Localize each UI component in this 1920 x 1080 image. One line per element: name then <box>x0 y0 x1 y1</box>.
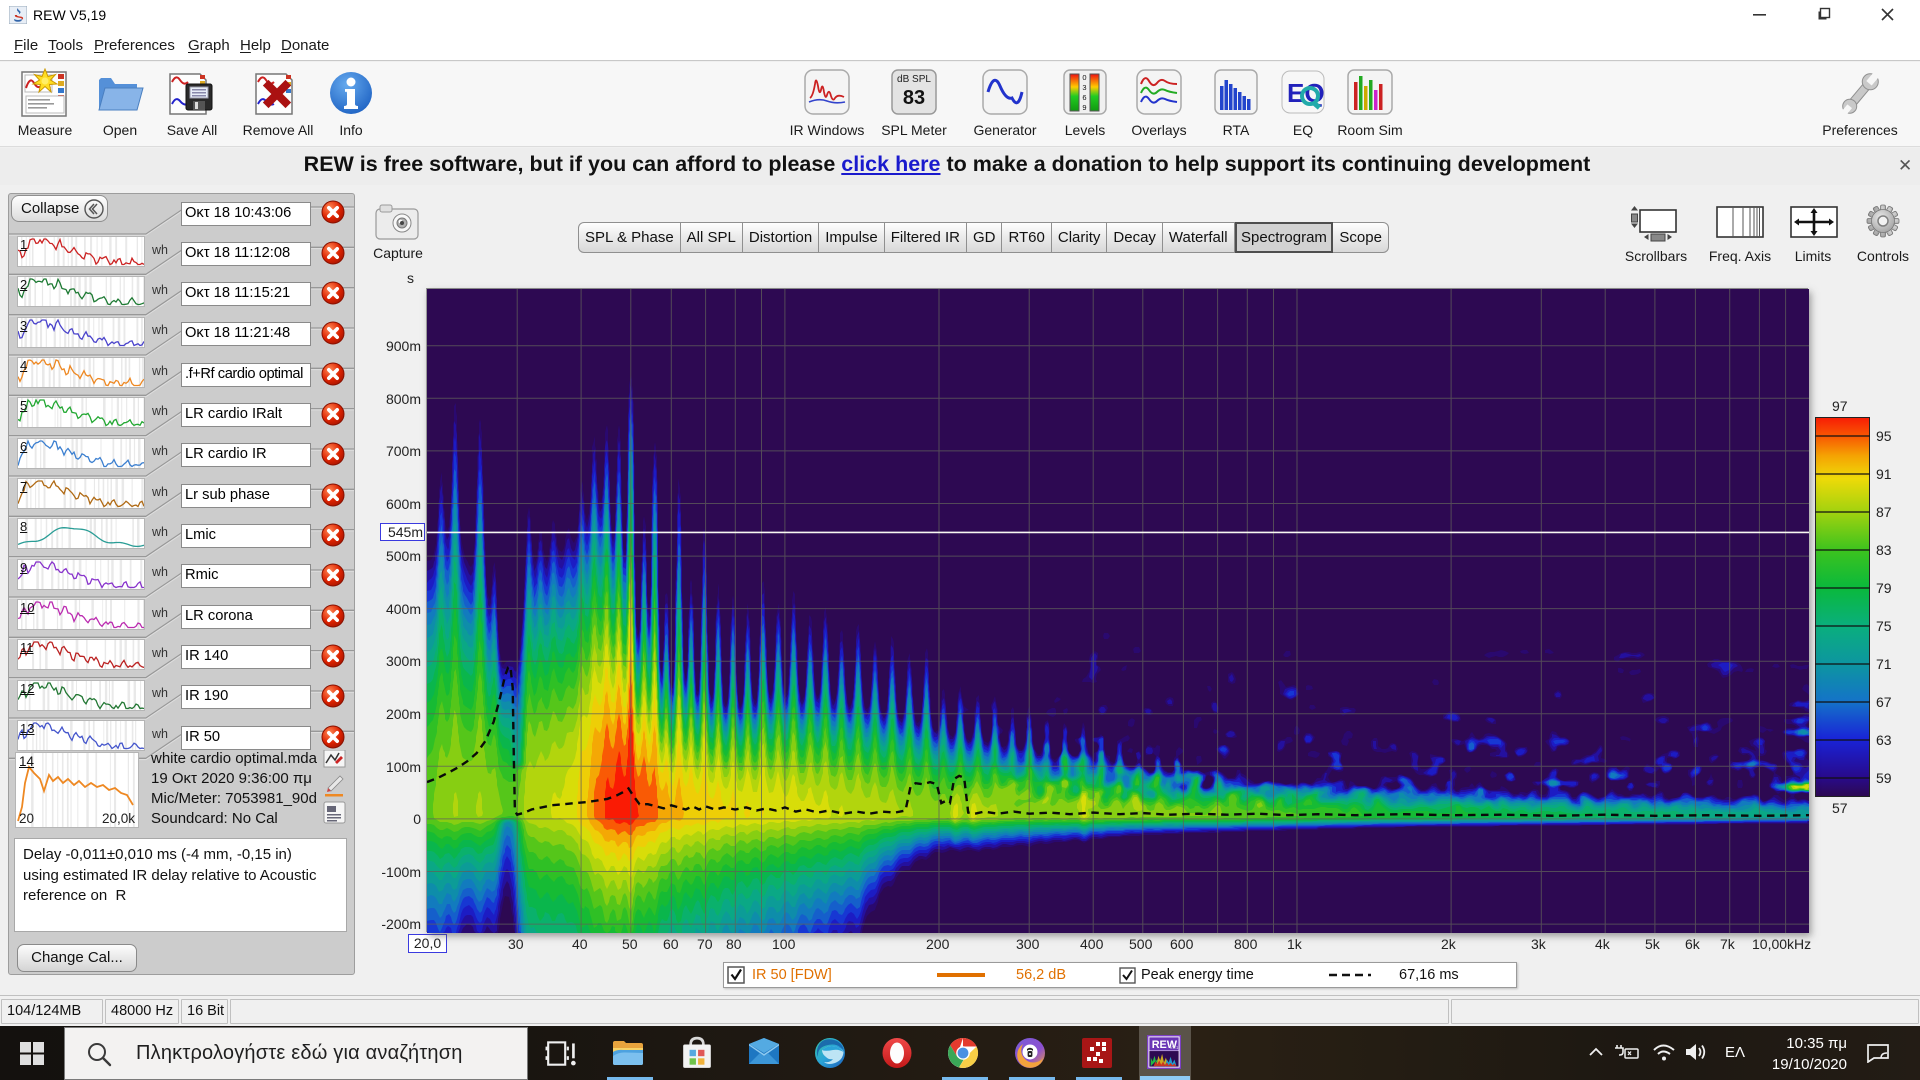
svg-text:83: 83 <box>903 87 925 109</box>
svg-text:dB SPL: dB SPL <box>897 74 931 85</box>
svg-text:6: 6 <box>1082 93 1086 102</box>
svg-text:9: 9 <box>1082 103 1086 112</box>
svg-text:V5.1: V5.1 <box>1170 1045 1179 1050</box>
svg-text:0: 0 <box>1082 73 1086 82</box>
svg-text:3: 3 <box>1082 83 1086 92</box>
